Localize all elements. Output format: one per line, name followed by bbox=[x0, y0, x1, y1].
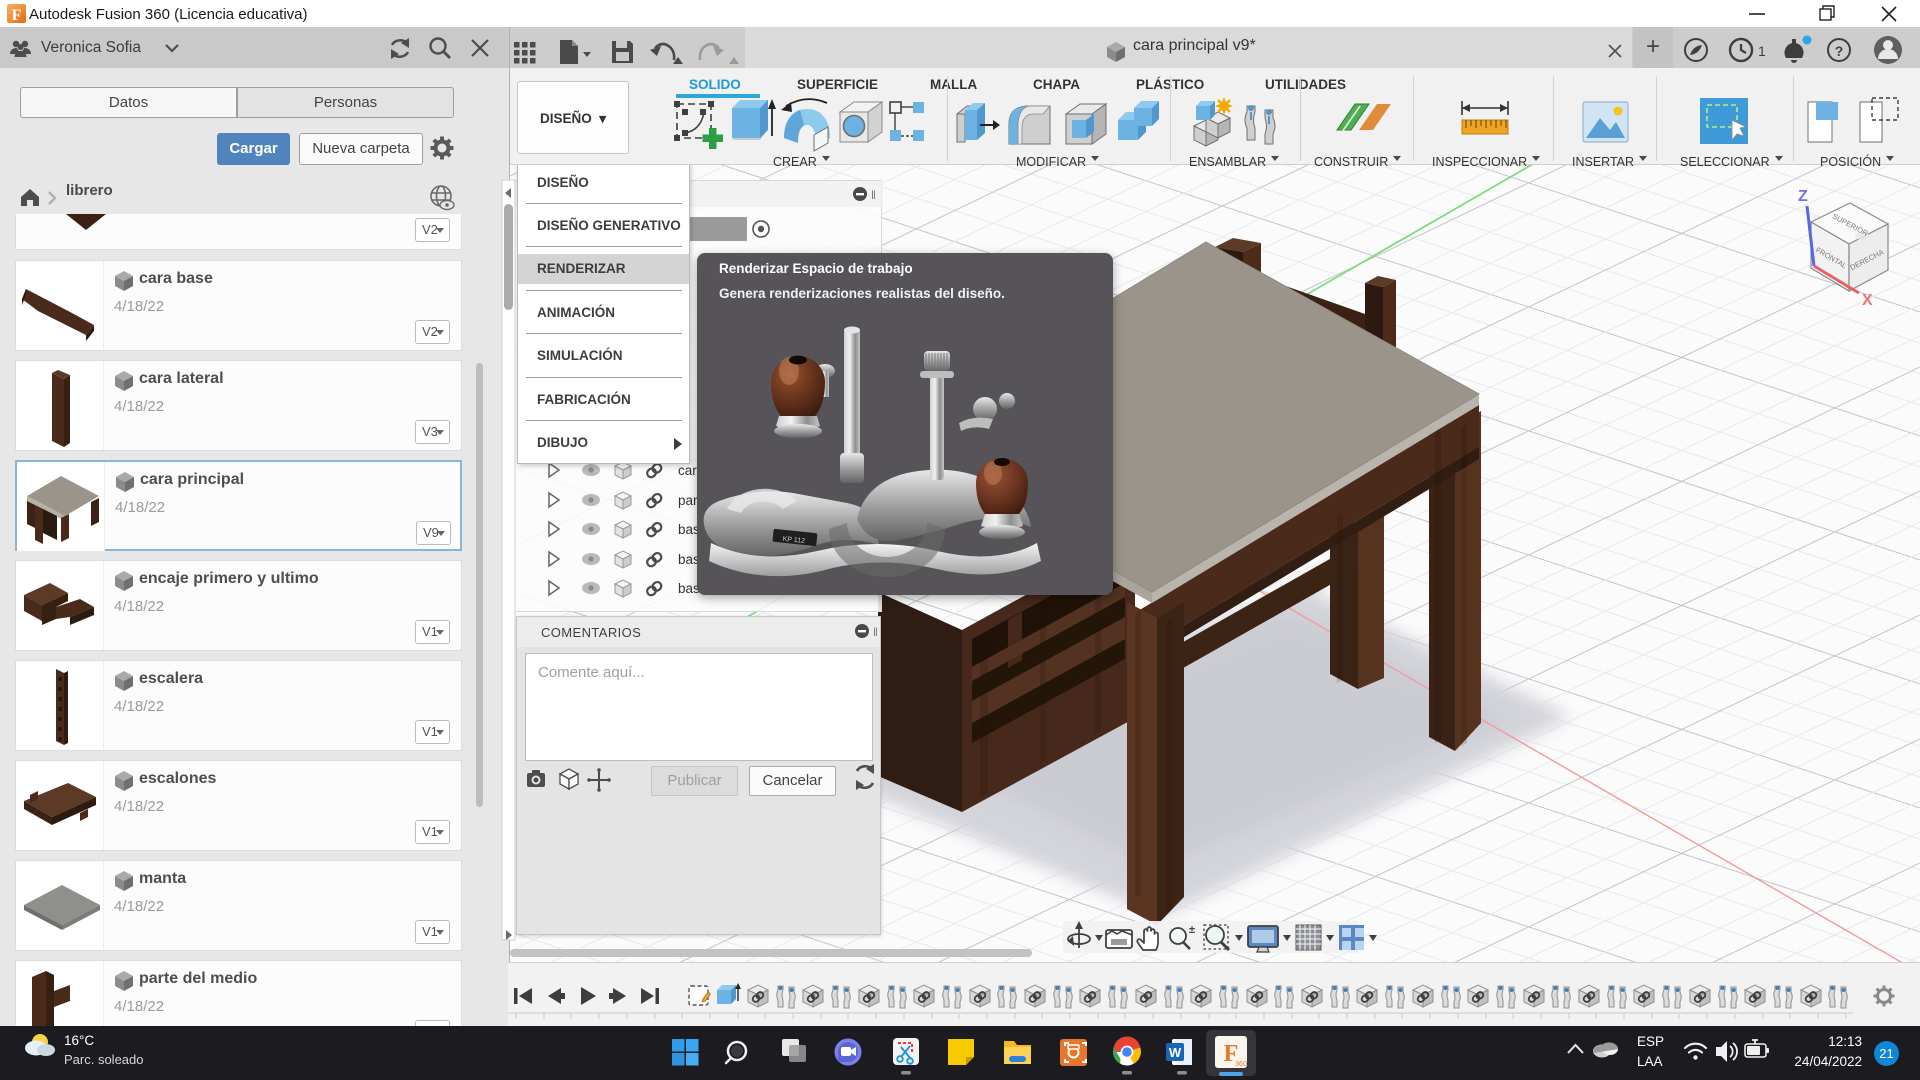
svg-text:W: W bbox=[1169, 1045, 1182, 1060]
svg-text:par: par bbox=[678, 493, 698, 508]
svg-text:Z: Z bbox=[1798, 188, 1808, 205]
svg-text:±: ± bbox=[1189, 924, 1195, 936]
svg-text:360: 360 bbox=[1235, 1061, 1247, 1068]
svg-text:X: X bbox=[1862, 292, 1873, 309]
svg-text:‖: ‖ bbox=[871, 188, 876, 202]
